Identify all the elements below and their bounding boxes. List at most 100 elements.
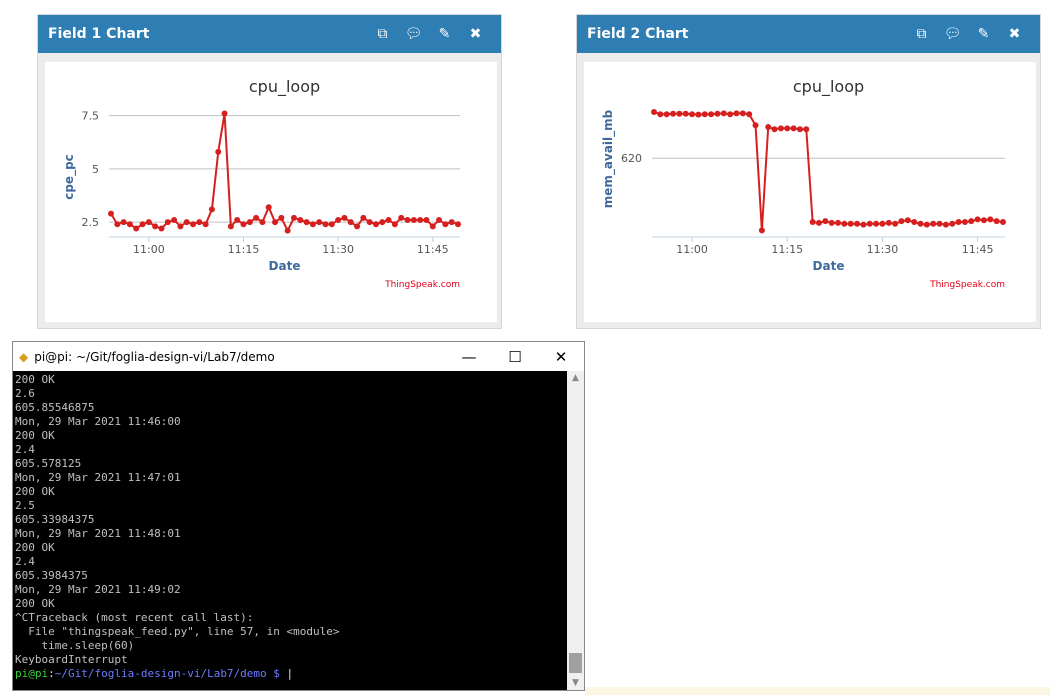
- terminal-line: 2.5: [15, 499, 35, 512]
- terminal-line: 200 OK: [15, 597, 55, 610]
- data-point: [278, 214, 285, 221]
- data-point: [651, 109, 657, 116]
- data-point: [930, 220, 937, 227]
- data-point: [695, 111, 702, 118]
- data-point: [297, 216, 304, 223]
- data-point: [265, 204, 272, 211]
- chart-title: cpu_loop: [249, 77, 320, 97]
- field-2-chart-panel: Field 2 Chart ⧉ 💬︎ ✎ ✖ cpu_loop 620 11:00 1…: [576, 14, 1041, 329]
- close-icon[interactable]: ✖: [999, 26, 1030, 42]
- minimize-button[interactable]: —: [446, 348, 492, 366]
- terminal-output[interactable]: 200 OK 2.6 605.85546875 Mon, 29 Mar 2021 11…: [15, 373, 565, 681]
- data-point: [347, 219, 354, 226]
- scroll-up-icon[interactable]: ▲: [567, 373, 584, 383]
- maximize-button[interactable]: ☐: [492, 348, 538, 366]
- x-axis-label: Date: [269, 259, 301, 273]
- data-point: [240, 221, 247, 228]
- pencil-icon[interactable]: ✎: [968, 26, 999, 42]
- data-point: [866, 220, 873, 227]
- data-point: [822, 218, 829, 225]
- chart-svg: cpu_loop 620 11:00 11:15 11:30 11:45 Date mem_a…: [601, 77, 1006, 290]
- data-point: [372, 221, 379, 228]
- page-background-strip: [585, 687, 1050, 695]
- git-bash-icon: ◆: [19, 349, 29, 364]
- credit-link[interactable]: ThingSpeak.com: [929, 280, 1005, 290]
- data-point: [682, 110, 689, 117]
- data-point: [417, 216, 424, 223]
- data-point: [784, 125, 791, 132]
- terminal-line: time.sleep(60): [15, 639, 135, 652]
- chart-svg: cpu_loop 2.5 5 7.5 11:00 11:15 11:30 11:45 Date c…: [62, 77, 461, 290]
- data-point: [739, 110, 746, 117]
- data-point: [183, 219, 190, 226]
- data-point: [942, 221, 949, 228]
- data-point: [815, 219, 822, 226]
- terminal-line: 605.33984375: [15, 513, 95, 526]
- data-point: [873, 220, 880, 227]
- data-point: [803, 126, 810, 133]
- y-tick-label: 5: [92, 163, 99, 176]
- external-link-icon[interactable]: ⧉: [367, 26, 398, 42]
- data-point: [923, 221, 930, 228]
- terminal-prompt[interactable]: pi@pi:~/Git/foglia-design-vi/Lab7/demo $…: [15, 667, 565, 681]
- data-point: [758, 227, 765, 234]
- data-point: [854, 220, 861, 227]
- data-point: [196, 219, 203, 226]
- scrollbar[interactable]: ▲ ▼: [567, 371, 584, 690]
- data-point: [879, 220, 886, 227]
- data-point: [904, 217, 911, 224]
- data-point: [676, 110, 683, 117]
- data-point: [993, 218, 1000, 225]
- prompt-path: ~/Git/foglia-design-vi/Lab7/demo $: [54, 667, 287, 680]
- data-point: [847, 220, 854, 227]
- x-tick-label: 11:30: [867, 243, 899, 256]
- terminal-line: Mon, 29 Mar 2021 11:49:02: [15, 583, 181, 596]
- data-point: [455, 221, 461, 228]
- scrollbar-thumb[interactable]: [569, 653, 582, 673]
- data-point: [841, 220, 848, 227]
- data-point: [885, 219, 892, 226]
- data-point: [429, 223, 436, 230]
- terminal-line: 605.3984375: [15, 569, 88, 582]
- pencil-icon[interactable]: ✎: [429, 26, 460, 42]
- data-point: [354, 223, 361, 230]
- data-point: [341, 214, 348, 221]
- comment-icon[interactable]: 💬︎: [398, 26, 429, 42]
- terminal-line: File "thingspeak_feed.py", line 57, in <…: [15, 625, 340, 638]
- data-point: [164, 219, 171, 226]
- data-point: [860, 221, 867, 228]
- x-tick-label: 11:15: [771, 243, 803, 256]
- y-axis-label: mem_avail_mb: [601, 109, 616, 208]
- data-point: [809, 219, 816, 226]
- close-icon[interactable]: ✖: [460, 26, 491, 42]
- data-point: [202, 221, 209, 228]
- terminal-line: 200 OK: [15, 485, 55, 498]
- series-line: [110, 113, 459, 233]
- terminal-line: Mon, 29 Mar 2021 11:48:01: [15, 527, 181, 540]
- x-axis-label: Date: [813, 259, 845, 273]
- data-point: [114, 221, 121, 228]
- data-point: [316, 219, 323, 226]
- data-point: [120, 219, 127, 226]
- terminal-window[interactable]: ◆ pi@pi: ~/Git/foglia-design-vi/Lab7/demo…: [12, 341, 585, 691]
- terminal-titlebar[interactable]: ◆ pi@pi: ~/Git/foglia-design-vi/Lab7/demo…: [13, 342, 584, 371]
- terminal-line: 200 OK: [15, 429, 55, 442]
- data-point: [404, 216, 411, 223]
- data-point: [303, 219, 310, 226]
- data-point: [126, 221, 133, 228]
- data-point: [379, 219, 386, 226]
- data-point: [436, 216, 443, 223]
- data-point: [657, 111, 664, 118]
- data-point: [171, 216, 178, 223]
- terminal-line: KeyboardInterrupt: [15, 653, 128, 666]
- scroll-down-icon[interactable]: ▼: [567, 678, 584, 688]
- data-point: [720, 110, 727, 117]
- comment-icon[interactable]: 💬︎: [937, 26, 968, 42]
- close-button[interactable]: ✕: [538, 348, 584, 366]
- data-point: [133, 225, 140, 232]
- data-point: [961, 219, 968, 226]
- external-link-icon[interactable]: ⧉: [906, 26, 937, 42]
- credit-link[interactable]: ThingSpeak.com: [384, 280, 460, 290]
- panel-title: Field 2 Chart: [587, 26, 689, 42]
- data-point: [777, 125, 784, 132]
